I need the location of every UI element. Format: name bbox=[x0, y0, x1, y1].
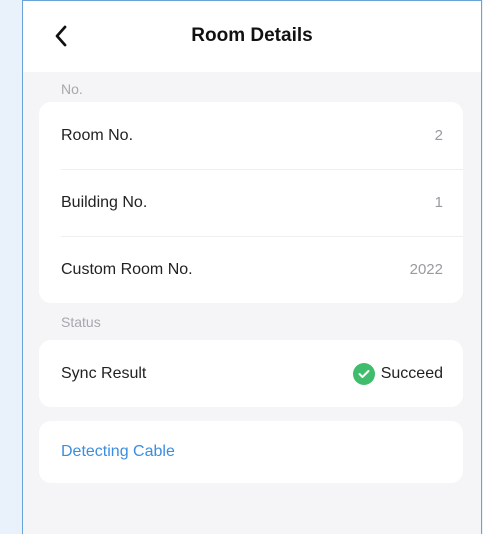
custom-room-no-value: 2022 bbox=[409, 261, 443, 278]
room-no-label: Room No. bbox=[61, 126, 134, 144]
sync-result-label: Sync Result bbox=[61, 364, 147, 382]
detect-cable-card[interactable]: Detecting Cable bbox=[39, 421, 463, 483]
check-circle-icon bbox=[352, 362, 375, 385]
status-card: Sync Result Succeed bbox=[39, 340, 463, 407]
nav-bar: Room Details bbox=[23, 0, 481, 72]
building-no-label: Building No. bbox=[61, 193, 148, 211]
room-no-value: 2 bbox=[434, 127, 443, 144]
detect-cable-link[interactable]: Detecting Cable bbox=[61, 443, 175, 461]
sync-result-row: Sync Result Succeed bbox=[39, 340, 463, 407]
sync-result-value: Succeed bbox=[380, 364, 443, 382]
custom-room-no-row: Custom Room No. 2022 bbox=[39, 236, 463, 303]
section-label-status: Status bbox=[61, 314, 101, 330]
section-label-no: No. bbox=[61, 81, 83, 97]
custom-room-no-label: Custom Room No. bbox=[61, 260, 193, 278]
sync-status: Succeed bbox=[352, 362, 443, 385]
detect-cable-row[interactable]: Detecting Cable bbox=[39, 421, 463, 483]
building-no-value: 1 bbox=[434, 194, 443, 211]
building-no-row: Building No. 1 bbox=[39, 169, 463, 236]
app-window: Room Details No. Room No. 2 Building No.… bbox=[22, 0, 482, 534]
room-number-card: Room No. 2 Building No. 1 Custom Room No… bbox=[39, 102, 463, 303]
room-no-row: Room No. 2 bbox=[39, 102, 463, 169]
page-title: Room Details bbox=[191, 25, 313, 46]
